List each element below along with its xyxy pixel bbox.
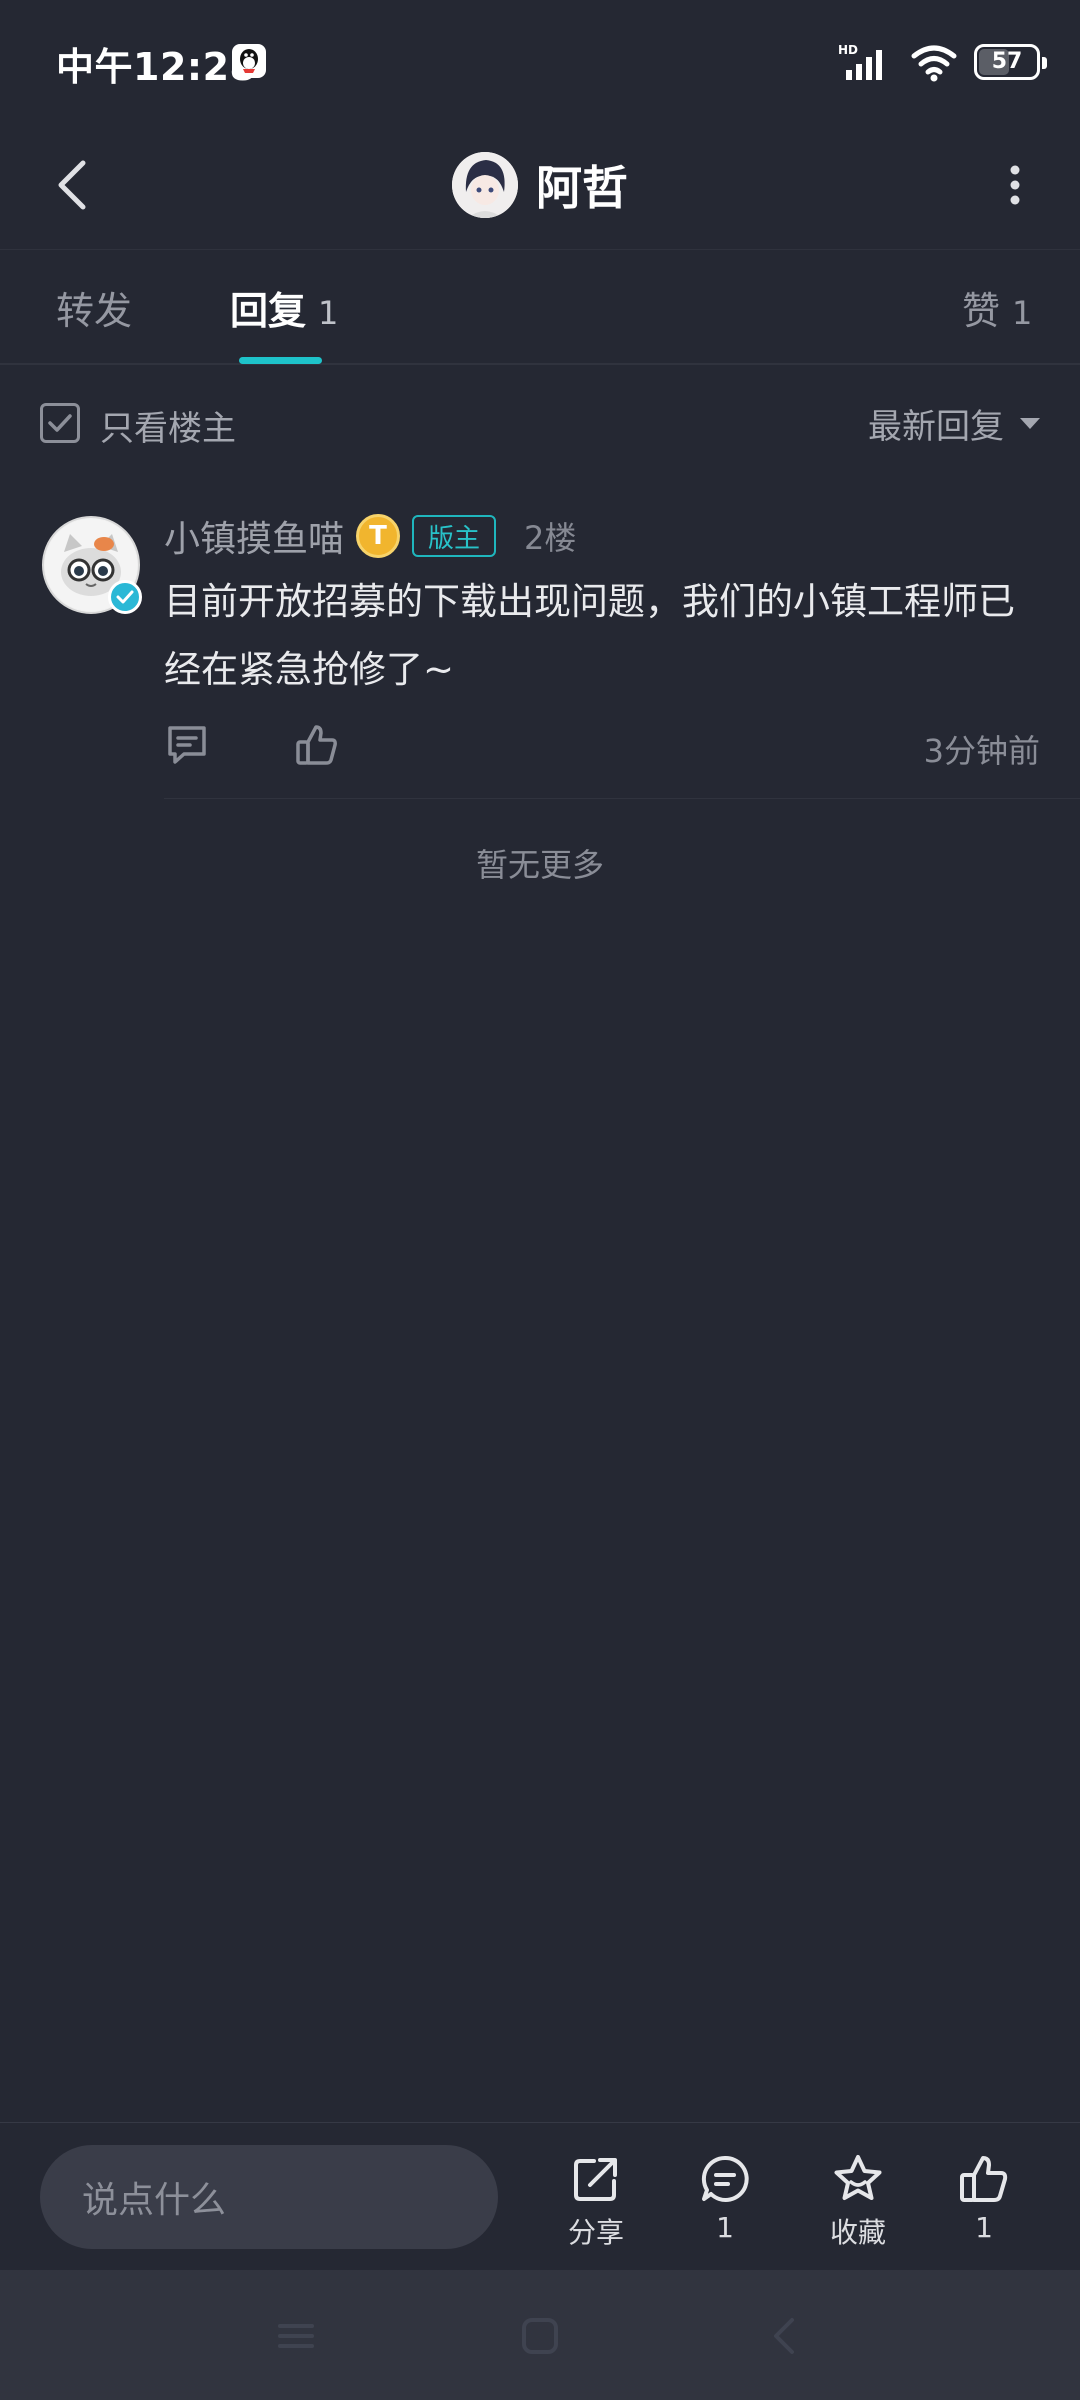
star-icon [834, 2155, 882, 2200]
header-center: 阿哲 [0, 138, 1080, 232]
bottom-action-bar: 说点什么 分享 1 收藏 1 [0, 2122, 1080, 2270]
system-nav-bar [0, 2270, 1080, 2400]
home-icon[interactable] [518, 2314, 562, 2358]
header: 阿哲 [0, 120, 1080, 250]
thumb-up-icon [960, 2156, 1008, 2202]
back-icon[interactable] [762, 2314, 806, 2358]
comment-count-button[interactable]: 1 [670, 2153, 780, 2244]
more-vertical-icon [1010, 165, 1020, 205]
comment-text: 目前开放招募的下载出现问题，我们的小镇工程师已经在紧急抢修了~ [164, 580, 1015, 691]
more-button[interactable] [972, 142, 1058, 228]
reply-icon [168, 726, 206, 764]
comment-input[interactable]: 说点什么 [40, 2145, 498, 2249]
tab-likes-label: 赞 [962, 289, 1001, 333]
comment-item: 小镇摸鱼喵 T 版主 2楼 目前开放招募的下载出现问题，我们的小镇工程师已经在紧… [0, 500, 1080, 800]
wifi-icon [911, 45, 957, 82]
tab-bar: 转发 回复 1 赞 1 [0, 250, 1080, 365]
status-icons: HD 57 [838, 40, 1047, 84]
tab-repost-label: 转发 [56, 289, 133, 333]
comment-like-button[interactable] [294, 722, 340, 768]
sort-dropdown[interactable]: 最新回复 [868, 399, 1040, 448]
battery-level: 57 [991, 49, 1023, 74]
share-icon [574, 2158, 617, 2201]
comment-count: 1 [716, 2211, 734, 2244]
tab-likes[interactable]: 赞 1 [962, 280, 1032, 335]
filter-row: 只看楼主 最新回复 [0, 365, 1080, 475]
check-icon [48, 414, 72, 432]
status-bar: 中午12:28 HD 57 [0, 0, 1080, 120]
favorite-label: 收藏 [829, 2216, 886, 2249]
share-button[interactable]: 分享 [541, 2153, 651, 2251]
like-icon [296, 725, 337, 765]
qq-icon [232, 44, 266, 78]
comment-time: 3分钟前 [923, 732, 1040, 770]
page-title: 阿哲 [536, 161, 628, 215]
like-count: 1 [975, 2211, 993, 2244]
status-time: 中午12:28 [56, 45, 257, 89]
menu-icon[interactable] [274, 2314, 318, 2358]
tab-reply[interactable]: 回复 1 [230, 280, 338, 335]
like-button[interactable]: 1 [929, 2153, 1039, 2244]
comment-user-name[interactable]: 小镇摸鱼喵 [164, 510, 344, 562]
tab-repost[interactable]: 转发 [56, 280, 132, 335]
active-tab-indicator [239, 357, 322, 364]
comment-actions: 3分钟前 [164, 722, 1040, 782]
sort-label: 最新回复 [868, 407, 1004, 447]
floor-number: 2楼 [524, 519, 577, 557]
comment-header: 小镇摸鱼喵 T 版主 2楼 [164, 506, 576, 566]
divider [164, 798, 1080, 799]
caret-down-icon [1020, 418, 1040, 429]
share-label: 分享 [567, 2216, 624, 2249]
level-badge: T [356, 514, 401, 558]
avatar[interactable] [452, 152, 518, 218]
comment-icon [701, 2155, 749, 2202]
tab-likes-count: 1 [1012, 294, 1033, 332]
no-more-text: 暂无更多 [475, 846, 604, 884]
tab-reply-label: 回复 [230, 289, 307, 333]
verified-icon [108, 580, 142, 614]
comment-reply-button[interactable] [164, 722, 210, 768]
hd-signal-icon: HD [838, 43, 882, 80]
tab-reply-count: 1 [318, 294, 339, 332]
moderator-badge: 版主 [412, 515, 497, 557]
comment-avatar[interactable] [42, 516, 142, 614]
svg-text:HD: HD [838, 43, 858, 57]
favorite-button[interactable]: 收藏 [803, 2153, 913, 2251]
only-author-label[interactable]: 只看楼主 [100, 401, 236, 450]
battery-icon: 57 [974, 44, 1047, 80]
only-author-checkbox[interactable] [40, 403, 80, 443]
